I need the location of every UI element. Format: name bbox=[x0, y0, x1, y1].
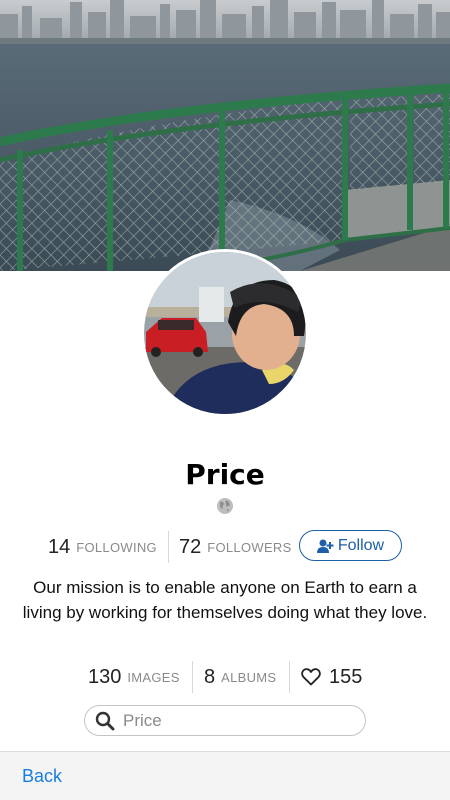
following-label: FOLLOWING bbox=[76, 539, 157, 555]
cover-photo bbox=[0, 0, 450, 271]
bottom-toolbar: Back bbox=[0, 751, 450, 800]
images-count: 130 bbox=[88, 665, 122, 688]
add-user-icon bbox=[316, 539, 334, 553]
search-bar[interactable] bbox=[84, 705, 366, 736]
globe-icon bbox=[216, 497, 234, 515]
divider bbox=[192, 661, 193, 693]
likes-stat[interactable]: 155 bbox=[301, 659, 362, 695]
likes-count: 155 bbox=[329, 665, 363, 688]
images-stat[interactable]: 130 IMAGES bbox=[88, 659, 180, 695]
follow-label: Follow bbox=[337, 536, 385, 554]
albums-label: ALBUMS bbox=[221, 669, 277, 685]
following-stat[interactable]: 14 FOLLOWING bbox=[48, 529, 157, 565]
back-button[interactable]: Back bbox=[22, 766, 62, 787]
search-input[interactable] bbox=[123, 710, 343, 731]
followers-label: FOLLOWERS bbox=[207, 539, 292, 555]
content-stats: 130 IMAGES 8 ALBUMS 155 bbox=[0, 659, 450, 695]
avatar bbox=[141, 249, 309, 417]
albums-stat[interactable]: 8 ALBUMS bbox=[204, 659, 276, 695]
search-icon bbox=[95, 711, 115, 730]
divider bbox=[289, 661, 290, 693]
following-count: 14 bbox=[48, 535, 71, 558]
followers-count: 72 bbox=[179, 535, 202, 558]
follow-button[interactable]: Follow bbox=[299, 530, 402, 561]
albums-count: 8 bbox=[204, 665, 216, 688]
divider bbox=[168, 531, 169, 563]
heart-icon bbox=[301, 668, 321, 686]
followers-stat[interactable]: 72 FOLLOWERS bbox=[179, 529, 292, 565]
profile-bio: Our mission is to enable anyone on Earth… bbox=[22, 578, 428, 622]
profile-name: Price bbox=[185, 458, 265, 491]
images-label: IMAGES bbox=[127, 669, 180, 685]
